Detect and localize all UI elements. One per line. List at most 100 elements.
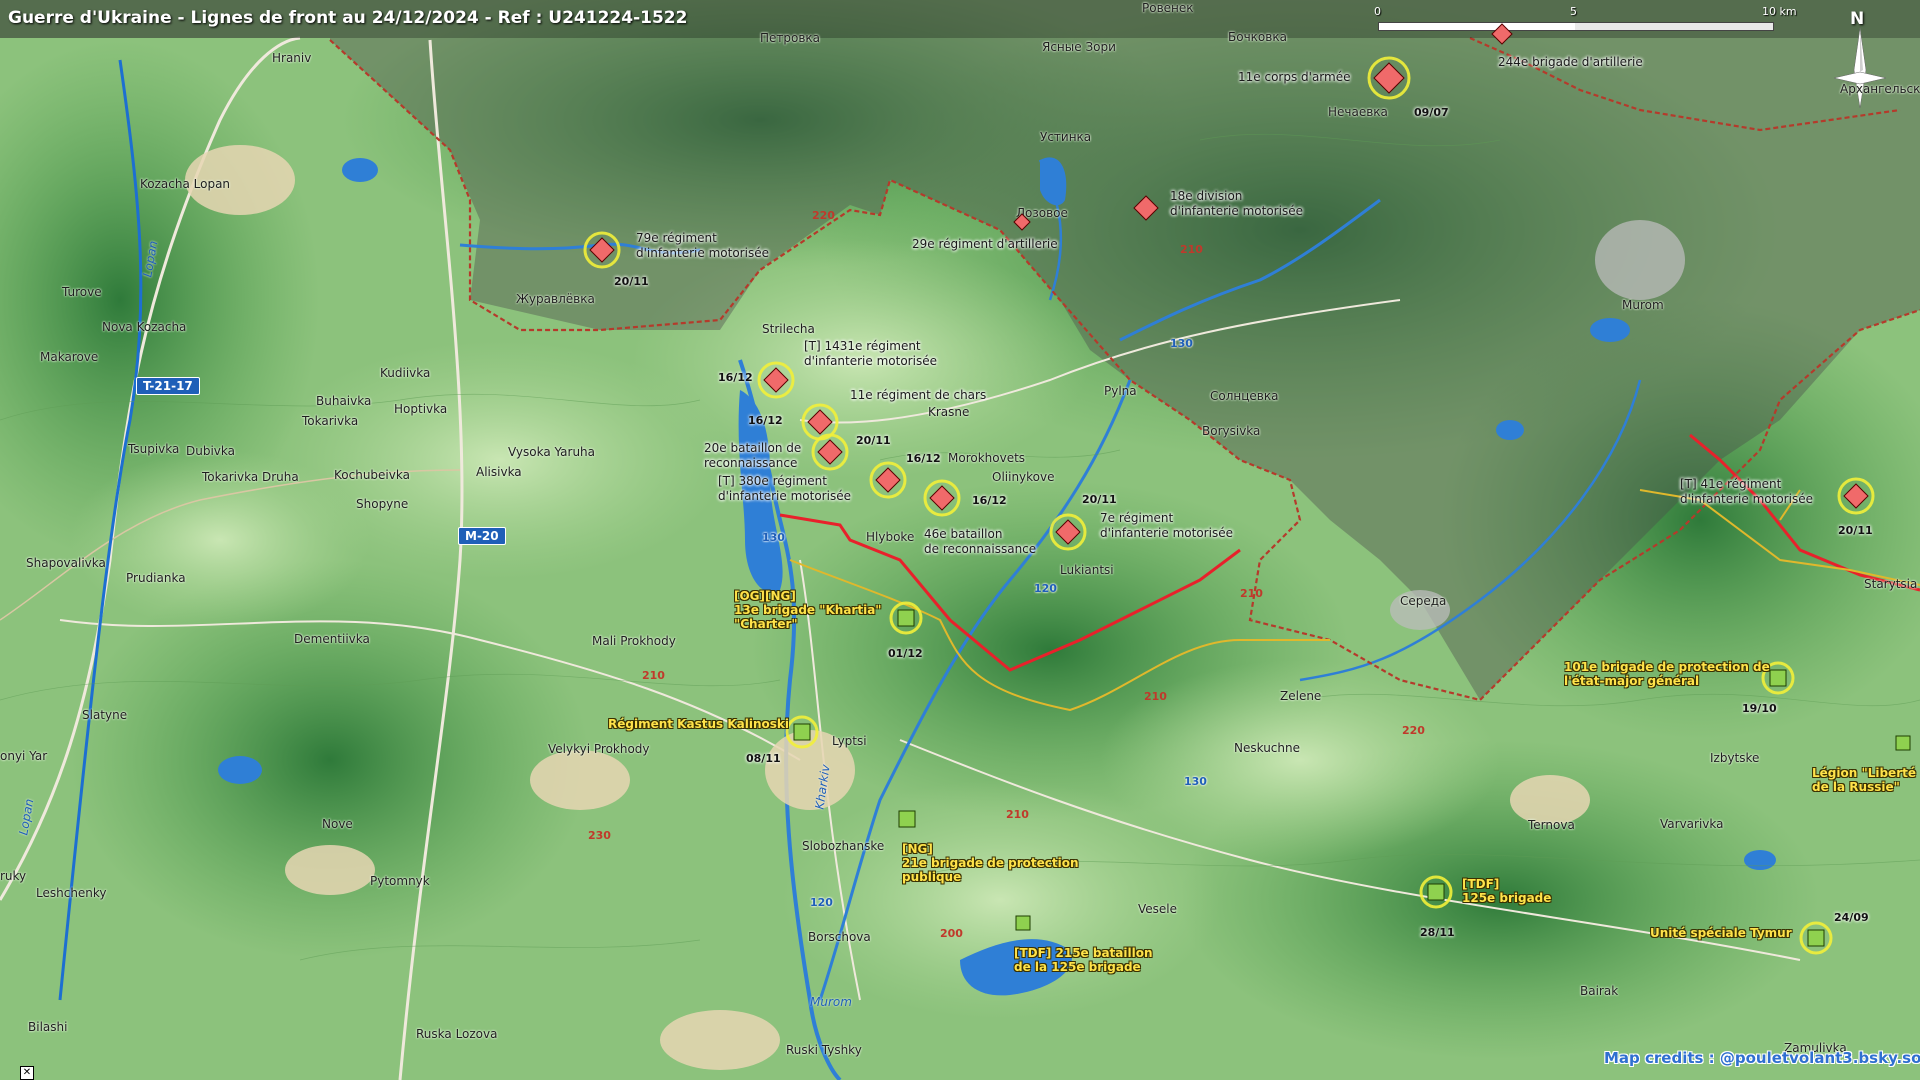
unit-label: 20e bataillon de [704,441,802,455]
unit-label: de reconnaissance [924,542,1037,556]
place-morokhovets: Morokhovets [948,451,1026,465]
place-dementiivka: Dementiivka [294,632,370,646]
place-ruskityshky: Ruski Tyshky [786,1043,862,1057]
ukrainian-unit-marker[interactable] [1014,914,1032,932]
unit-date: 08/11 [746,752,781,765]
unit-label: reconnaissance [704,456,798,470]
place-hraniv: Hraniv [272,51,312,65]
russian-unit-marker[interactable] [756,360,796,400]
unit-date: 16/12 [972,494,1007,507]
unit-label: de la 125e brigade [1014,960,1141,974]
scale-end-label: 10 km [1762,5,1797,18]
place-onyiyar: onyi Yar [0,749,48,763]
close-icon[interactable]: ✕ [20,1066,34,1080]
place-nechaevka: Нечаевка [1328,105,1388,119]
scale-bar [1378,22,1774,31]
road-number: 220 [812,209,835,222]
place-sereda: Середа [1400,594,1447,608]
place-starytsia: Starytsia [1864,577,1918,591]
unit-label: d'infanterie motorisée [636,246,769,260]
map-credits: Map credits : @pouletvolant3.bsky.social [1604,1049,1920,1067]
unit-date: 19/10 [1742,702,1777,715]
unit-date: 01/12 [888,647,923,660]
unit-label: d'infanterie motorisée [718,489,851,503]
place-hlyboke: Hlyboke [866,530,915,544]
north-label: N [1850,9,1865,29]
place-slatyne: Slatyne [82,708,128,722]
ukrainian-unit-marker[interactable] [1418,874,1454,910]
unit-label: publique [902,870,962,884]
unit-label: 125e brigade [1462,891,1552,905]
unit-label: "Charter" [734,617,798,631]
unit-label: [NG] [902,842,933,856]
map-title: Guerre d'Ukraine - Lignes de front au 24… [8,8,688,28]
road-number: 210 [1144,690,1167,703]
unit-label: d'infanterie motorisée [1680,492,1813,506]
map[interactable]: Guerre d'Ukraine - Lignes de front au 24… [0,0,1920,1080]
unit-date: 20/11 [1838,524,1873,537]
road-number: 130 [1170,337,1193,350]
unit-label: l'état-major général [1564,674,1700,688]
road-number: 120 [1034,582,1057,595]
place-borysivka: Borysivka [1202,424,1261,438]
route-shield-t2117: T-21-17 [136,377,200,395]
place-ruky: ruky [0,869,27,883]
russian-unit-marker[interactable] [1012,212,1032,232]
unit-label: 79e régiment [636,231,717,245]
russian-unit-marker[interactable] [1836,476,1876,516]
place-pylna: Pylna [1104,384,1137,398]
place-lyptsi: Lyptsi [832,734,867,748]
russian-unit-marker[interactable] [1366,55,1412,101]
unit-date: 28/11 [1420,926,1455,939]
place-ustinka: Устинка [1040,130,1092,144]
place-vesele: Vesele [1138,902,1178,916]
unit-date: 09/07 [1414,106,1449,119]
ukrainian-unit-marker[interactable] [888,600,924,636]
russian-unit-marker[interactable] [868,460,908,500]
unit-label: d'infanterie motorisée [1100,526,1233,540]
unit-label: Régiment Kastus Kalinoski [608,717,789,731]
unit-label: 11e régiment de chars [850,388,987,402]
russian-unit-marker[interactable] [1048,512,1088,552]
title-bar: Guerre d'Ukraine - Lignes de front au 24… [0,0,1920,38]
unit-date: 16/12 [748,414,783,427]
road-number: 120 [810,896,833,909]
place-bilashi: Bilashi [28,1020,68,1034]
scale-zero-label: 0 [1374,5,1381,18]
unit-date: 20/11 [856,434,891,447]
russian-unit-marker[interactable] [922,478,962,518]
place-velykiprokhody: Velykyi Prokhody [548,742,650,756]
ukrainian-unit-marker[interactable] [784,714,820,750]
place-pytomnyk: Pytomnyk [370,874,430,888]
road-number: 210 [1180,243,1203,256]
place-zelene: Zelene [1280,689,1322,703]
russian-unit-marker[interactable] [810,432,850,472]
place-maliprokhody: Mali Prokhody [592,634,676,648]
place-krasne: Krasne [928,405,970,419]
ukrainian-unit-marker[interactable] [1798,920,1834,956]
unit-label: [T] 41e régiment [1680,477,1782,491]
place-lukiantsi: Lukiantsi [1060,563,1114,577]
place-rovenek: Ровенек [1142,1,1194,15]
place-shapovalivka: Shapovalivka [26,556,106,570]
road-number: 210 [1240,587,1263,600]
russian-unit-marker[interactable] [1490,22,1514,46]
road-number: 210 [642,669,665,682]
place-oliinykove: Oliinykove [992,470,1055,484]
place-ruskalozova: Ruska Lozova [416,1027,498,1041]
place-kudiivka: Kudiivka [380,366,431,380]
unit-date: 20/11 [614,275,649,288]
unit-label: d'infanterie motorisée [1170,204,1303,218]
road-number: 220 [1402,724,1425,737]
river-label-murom: Murom [810,995,852,1009]
place-turove: Turove [62,285,102,299]
unit-label: 244e brigade d'artillerie [1498,55,1643,69]
russian-unit-marker[interactable] [582,230,622,270]
place-neskuchne: Neskuchne [1234,741,1300,755]
ukrainian-unit-marker[interactable] [896,808,918,830]
ukrainian-unit-marker[interactable] [1894,734,1912,752]
russian-unit-marker[interactable] [1132,194,1160,222]
place-dubivka: Dubivka [186,444,235,458]
road-number: 130 [762,531,785,544]
unit-label: 29e régiment d'artillerie [912,237,1058,251]
